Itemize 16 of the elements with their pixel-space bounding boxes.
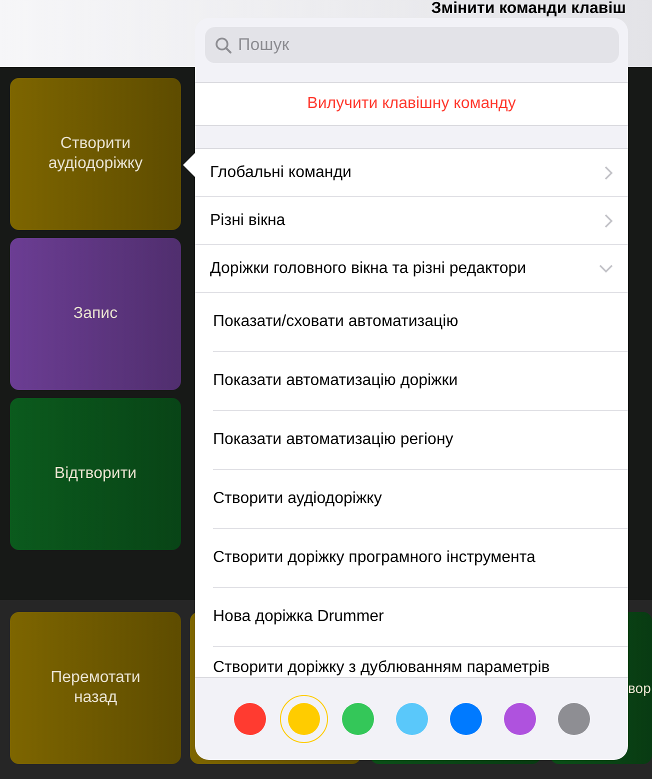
command-pad[interactable]: Створити аудіодоріжку [10, 78, 181, 230]
delete-command-button[interactable]: Вилучити клавішну команду [195, 82, 628, 126]
command-item[interactable]: Показати автоматизацію доріжки [213, 372, 458, 390]
command-item[interactable]: Створити доріжку програмного інструмента [213, 549, 536, 567]
screen-title: Змінити команди клавіш [431, 0, 626, 17]
command-item[interactable]: Нова доріжка Drummer [213, 608, 384, 626]
search-field[interactable]: Пошук [205, 27, 619, 63]
command-item[interactable]: Показати автоматизацію регіону [213, 431, 454, 449]
command-item[interactable]: Створити доріжку з дублюванням параметрів [213, 659, 550, 677]
command-item[interactable]: Показати/сховати автоматизацію [213, 313, 458, 331]
command-pad[interactable]: Відтворити [10, 398, 181, 550]
search-icon [215, 37, 232, 54]
color-swatch[interactable] [280, 695, 328, 743]
command-pad[interactable]: Запис [10, 238, 181, 390]
command-item[interactable]: Створити аудіодоріжку [213, 490, 382, 508]
command-pad[interactable]: Перемотати назад [10, 612, 181, 764]
